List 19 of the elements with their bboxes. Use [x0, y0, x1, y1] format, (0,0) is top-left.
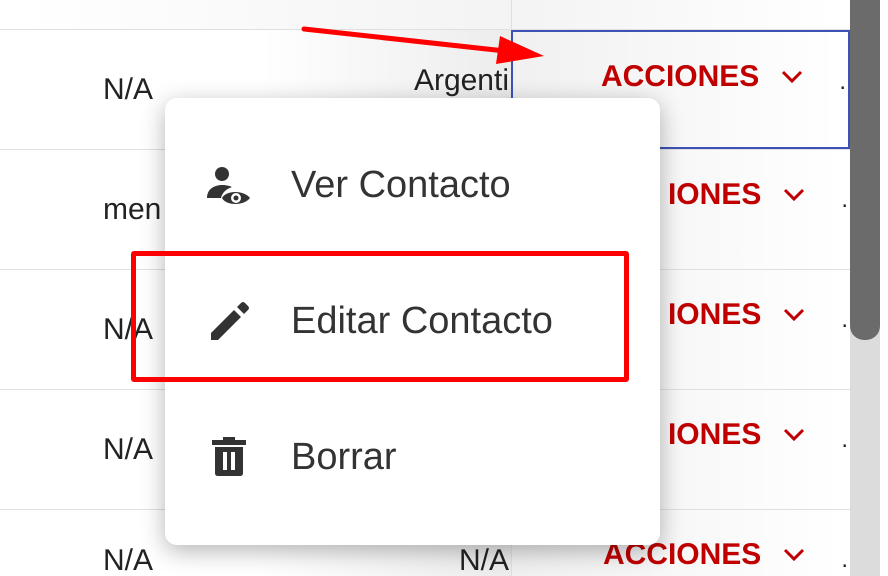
actions-button[interactable]: ACCIONES — [602, 540, 814, 570]
table-cell: Argenti — [414, 66, 509, 96]
actions-button[interactable]: IONES — [668, 300, 814, 330]
menu-item[interactable]: Ver Contacto — [165, 118, 660, 254]
actions-button[interactable]: IONES — [668, 180, 814, 210]
table-cell: N/A — [103, 546, 154, 576]
menu-item[interactable]: Editar Contacto — [165, 254, 660, 390]
table-cell-text: . — [839, 67, 846, 94]
menu-item[interactable]: Borrar — [165, 389, 660, 526]
actions-button[interactable]: IONES — [668, 420, 814, 450]
table-cell: N/A — [103, 74, 154, 104]
actions-button[interactable]: ACCIONES — [600, 62, 812, 92]
table-cell: N/A — [458, 546, 509, 576]
table-cell-text: . — [841, 185, 848, 212]
table-cell-text: . — [841, 425, 848, 452]
table-cell-text: . — [841, 305, 848, 332]
table-cell: men — [103, 194, 162, 224]
table-cell-text: . — [841, 545, 848, 572]
table-cell: N/A — [103, 434, 154, 464]
